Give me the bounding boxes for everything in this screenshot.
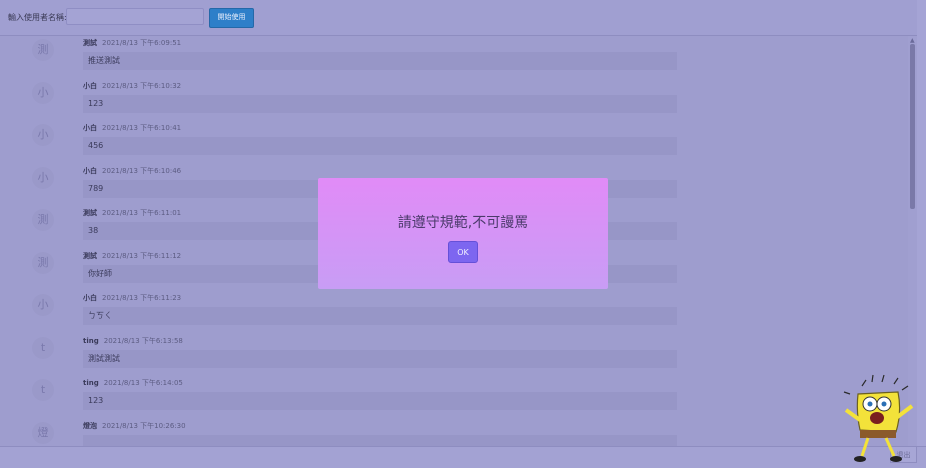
- sender-name: 測試: [83, 39, 97, 47]
- username-label: 輸入使用者名稱:: [8, 13, 67, 22]
- message-bubble: ㄅㄎㄑ: [83, 307, 677, 325]
- avatar: 燈: [32, 421, 54, 444]
- spongebob-icon: [843, 374, 914, 462]
- timestamp: 2021/8/13 下午6:13:58: [103, 336, 183, 345]
- sender-name: 小白: [83, 294, 97, 302]
- message-row: 測 測試 2021/8/13 下午6:09:51 推送測試: [0, 37, 908, 79]
- message-row: 小 小白 2021/8/13 下午6:11:23 ㄅㄎㄑ: [0, 292, 908, 334]
- alert-message: 請遵守規範,不可謾罵: [397, 215, 529, 231]
- top-bar: 輸入使用者名稱: 開始使用: [0, 0, 917, 36]
- bottom-bar: [0, 446, 926, 468]
- sender-name: 測試: [83, 209, 97, 217]
- message-meta: 測試 2021/8/13 下午6:11:12: [83, 251, 181, 261]
- avatar: 測: [32, 251, 54, 274]
- message-bubble: [83, 434, 677, 446]
- timestamp: 2021/8/13 下午6:14:05: [103, 379, 183, 387]
- message-meta: 小白 2021/8/13 下午6:11:23: [83, 293, 181, 303]
- start-button[interactable]: 開始使用: [209, 8, 254, 28]
- timestamp: 2021/8/13 下午6:11:01: [102, 209, 182, 217]
- avatar: 小: [32, 166, 54, 189]
- message-meta: 小白 2021/8/13 下午6:10:46: [83, 166, 181, 176]
- avatar: 小: [32, 294, 54, 316]
- message-bubble: 456: [83, 137, 677, 155]
- message-meta: 燈泡 2021/8/13 下午10:26:30: [83, 421, 186, 431]
- avatar: t: [32, 336, 54, 359]
- timestamp: 2021/8/13 下午10:26:30: [102, 421, 186, 430]
- message-row: t ting 2021/8/13 下午6:13:58 測試測試: [0, 335, 908, 377]
- message-row: t ting 2021/8/13 下午6:14:05 123: [0, 377, 908, 419]
- message-meta: 測試 2021/8/13 下午6:09:51: [83, 38, 181, 48]
- timestamp: 2021/8/13 下午6:09:51: [102, 39, 182, 47]
- sender-name: 小白: [83, 166, 97, 175]
- message-meta: 測試 2021/8/13 下午6:11:01: [83, 208, 181, 218]
- timestamp: 2021/8/13 下午6:11:12: [102, 251, 182, 260]
- avatar: 小: [32, 124, 54, 146]
- message-bubble: 123: [83, 94, 677, 113]
- message-bubble: 測試測試: [83, 349, 677, 368]
- scrollbar-thumb[interactable]: [910, 44, 915, 209]
- avatar: 測: [32, 209, 54, 231]
- message-bubble: 123: [83, 392, 677, 410]
- timestamp: 2021/8/13 下午6:10:46: [102, 166, 182, 175]
- sender-name: 小白: [83, 124, 97, 132]
- sender-name: 測試: [83, 251, 97, 260]
- username-input[interactable]: [66, 8, 204, 25]
- timestamp: 2021/8/13 下午6:10:32: [102, 81, 182, 90]
- sender-name: 燈泡: [83, 421, 97, 430]
- message-bubble: 推送測試: [83, 52, 677, 70]
- avatar: 測: [32, 39, 54, 61]
- message-meta: 小白 2021/8/13 下午6:10:32: [83, 81, 181, 91]
- sender-name: 小白: [83, 81, 97, 90]
- alert-dialog: 請遵守規範,不可謾罵 OK: [318, 178, 608, 289]
- avatar: 小: [32, 81, 54, 104]
- timestamp: 2021/8/13 下午6:10:41: [102, 124, 182, 132]
- sender-name: ting: [83, 336, 99, 345]
- message-row: 小 小白 2021/8/13 下午6:10:41 456: [0, 122, 908, 164]
- message-meta: ting 2021/8/13 下午6:13:58: [83, 336, 183, 346]
- window-edge: [917, 0, 926, 467]
- sender-name: ting: [83, 379, 99, 387]
- ok-button[interactable]: OK: [448, 241, 478, 263]
- message-row: 燈 燈泡 2021/8/13 下午10:26:30: [0, 420, 908, 446]
- message-meta: 小白 2021/8/13 下午6:10:41: [83, 123, 181, 133]
- message-meta: ting 2021/8/13 下午6:14:05: [83, 378, 183, 388]
- scroll-up-icon[interactable]: ▲: [910, 37, 915, 44]
- message-row: 小 小白 2021/8/13 下午6:10:32 123: [0, 80, 908, 122]
- avatar: t: [32, 379, 54, 401]
- timestamp: 2021/8/13 下午6:11:23: [102, 294, 182, 302]
